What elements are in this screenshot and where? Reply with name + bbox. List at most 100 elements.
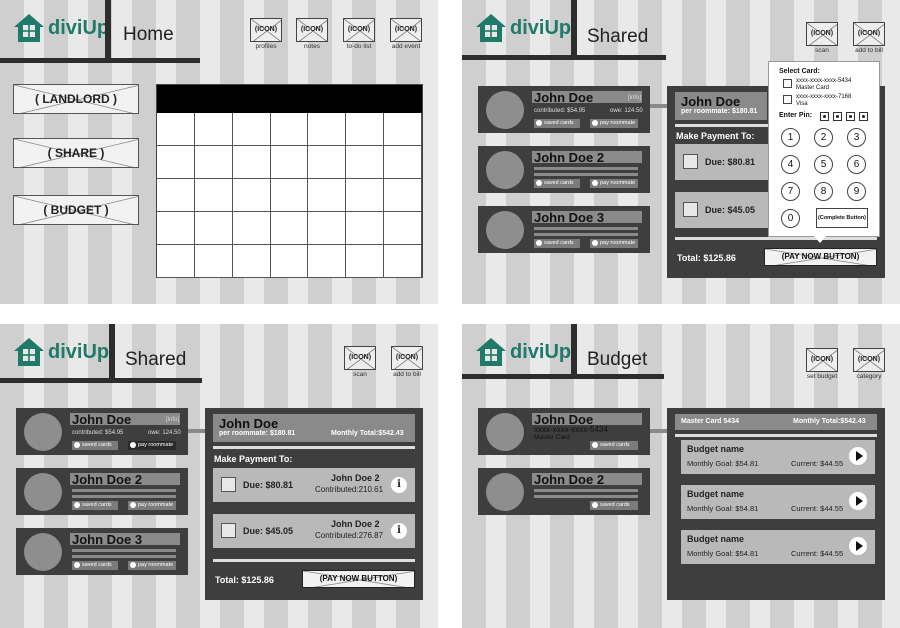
due-checkbox[interactable]	[221, 477, 236, 492]
calendar-day-cell[interactable]	[157, 113, 195, 146]
calendar-day-cell[interactable]	[308, 113, 347, 146]
play-arrow-icon[interactable]	[849, 492, 867, 510]
calendar-day-cell[interactable]	[384, 212, 422, 245]
saved-cards-button[interactable]: saved cards	[72, 501, 118, 510]
calendar-day-cell[interactable]	[194, 212, 233, 245]
pay-roommate-button[interactable]: pay roommate	[128, 561, 176, 570]
due-row[interactable]: Due: $80.81 John Doe 2 Contributed:210.6…	[213, 468, 415, 502]
profiles-button[interactable]: (ICON) profiles	[250, 18, 282, 50]
calendar-day-cell[interactable]	[194, 113, 233, 146]
calendar-day-cell[interactable]	[308, 245, 347, 278]
share-button[interactable]: ( SHARE )	[13, 138, 139, 168]
budget-item[interactable]: Budget name Monthly Goal: $54.81 Current…	[681, 440, 875, 474]
calendar-day-cell[interactable]	[384, 245, 422, 278]
calendar-day-cell[interactable]	[270, 212, 309, 245]
keypad-key[interactable]: 2	[814, 128, 833, 147]
info-link[interactable]: [info]	[166, 417, 179, 423]
calendar-day-cell[interactable]	[384, 146, 422, 179]
calendar-day-cell[interactable]	[384, 113, 422, 146]
calendar-day-cell[interactable]	[346, 245, 385, 278]
roommate-card[interactable]: John Doe [info] contributed: $54.95 owe:…	[478, 86, 650, 133]
saved-cards-button[interactable]: saved cards	[590, 441, 638, 450]
budget-item[interactable]: Budget name Monthly Goal: $54.81 Current…	[681, 530, 875, 564]
roommate-card[interactable]: John Doe 2 saved cards pay roommate	[16, 468, 188, 515]
app-logo[interactable]: diviUp	[12, 12, 109, 44]
info-icon[interactable]: i	[391, 523, 407, 539]
app-logo[interactable]: diviUp	[12, 336, 109, 368]
scan-button[interactable]: (ICON) scan	[344, 346, 376, 378]
play-arrow-icon[interactable]	[849, 447, 867, 465]
pay-roommate-button[interactable]: pay roommate	[590, 179, 638, 188]
budget-item[interactable]: Budget name Monthly Goal: $54.81 Current…	[681, 485, 875, 519]
calendar-day-cell[interactable]	[308, 179, 347, 212]
pay-roommate-button[interactable]: pay roommate	[590, 119, 638, 128]
play-arrow-icon[interactable]	[849, 537, 867, 555]
card-checkbox[interactable]	[783, 95, 792, 104]
calendar-day-cell[interactable]	[270, 146, 309, 179]
calendar-day-cell[interactable]	[194, 146, 233, 179]
pay-roommate-button[interactable]: pay roommate	[128, 441, 176, 450]
calendar-day-cell[interactable]	[232, 245, 271, 278]
keypad-key[interactable]: 6	[847, 155, 866, 174]
todo-list-button[interactable]: (ICON) to-do list	[343, 18, 375, 50]
due-checkbox[interactable]	[683, 154, 698, 169]
roommate-card[interactable]: John Doe [info] contributed: $54.95 owe:…	[16, 408, 188, 455]
saved-cards-button[interactable]: saved cards	[72, 441, 118, 450]
calendar-day-cell[interactable]	[194, 245, 233, 278]
calendar-day-cell[interactable]	[232, 113, 271, 146]
add-to-bill-button[interactable]: (ICON) add to bill	[853, 22, 885, 54]
calendar-day-cell[interactable]	[157, 245, 195, 278]
scan-button[interactable]: (ICON) scan	[806, 22, 838, 54]
calendar-day-cell[interactable]	[346, 113, 385, 146]
account-card[interactable]: John Doe xxxx-xxxx-xxxx-5434 Master Card…	[478, 408, 650, 455]
calendar-grid[interactable]	[157, 113, 422, 278]
set-budget-button[interactable]: (ICON) set budget	[806, 348, 838, 380]
calendar-day-cell[interactable]	[270, 113, 309, 146]
keypad-key[interactable]: 4	[781, 155, 800, 174]
keypad-key[interactable]: 3	[847, 128, 866, 147]
pay-roommate-button[interactable]: pay roommate	[590, 239, 638, 248]
landlord-button[interactable]: ( LANDLORD )	[13, 84, 139, 114]
calendar[interactable]	[156, 84, 423, 278]
due-checkbox[interactable]	[683, 202, 698, 217]
info-icon[interactable]: i	[391, 477, 407, 493]
category-button[interactable]: (ICON) category	[853, 348, 885, 380]
info-link[interactable]: [info]	[628, 95, 641, 101]
calendar-day-cell[interactable]	[232, 212, 271, 245]
calendar-day-cell[interactable]	[308, 146, 347, 179]
saved-cards-button[interactable]: saved cards	[534, 119, 580, 128]
calendar-day-cell[interactable]	[346, 179, 385, 212]
calendar-day-cell[interactable]	[232, 146, 271, 179]
saved-cards-button[interactable]: saved cards	[534, 179, 580, 188]
keypad-key[interactable]: 5	[814, 155, 833, 174]
budget-button[interactable]: ( BUDGET )	[13, 195, 139, 225]
calendar-day-cell[interactable]	[270, 245, 309, 278]
pay-now-button[interactable]: (PAY NOW BUTTON)	[764, 248, 877, 266]
calendar-day-cell[interactable]	[157, 146, 195, 179]
calendar-day-cell[interactable]	[346, 146, 385, 179]
account-card[interactable]: John Doe 2 saved cards	[478, 468, 650, 515]
keypad-key[interactable]: 7	[781, 182, 800, 201]
pay-roommate-button[interactable]: pay roommate	[128, 501, 176, 510]
keypad-key[interactable]: 0	[781, 209, 800, 228]
app-logo[interactable]: diviUp	[474, 336, 571, 368]
card-checkbox[interactable]	[783, 79, 792, 88]
calendar-day-cell[interactable]	[232, 179, 271, 212]
saved-cards-button[interactable]: saved cards	[534, 239, 580, 248]
calendar-day-cell[interactable]	[308, 212, 347, 245]
roommate-card[interactable]: John Doe 3 saved cards pay roommate	[478, 206, 650, 253]
pay-now-button[interactable]: (PAY NOW BUTTON)	[302, 570, 415, 588]
calendar-day-cell[interactable]	[384, 179, 422, 212]
saved-cards-button[interactable]: saved cards	[72, 561, 118, 570]
notes-button[interactable]: (ICON) notes	[296, 18, 328, 50]
keypad-key[interactable]: 8	[814, 182, 833, 201]
due-row[interactable]: Due: $45.05 John Doe 2 Contributed:276.8…	[213, 514, 415, 548]
calendar-day-cell[interactable]	[157, 179, 195, 212]
calendar-day-cell[interactable]	[270, 179, 309, 212]
keypad-key[interactable]: 1	[781, 128, 800, 147]
keypad-key[interactable]: 9	[847, 182, 866, 201]
roommate-card[interactable]: John Doe 3 saved cards pay roommate	[16, 528, 188, 575]
due-checkbox[interactable]	[221, 523, 236, 538]
add-event-button[interactable]: (ICON) add event	[390, 18, 422, 50]
saved-cards-button[interactable]: saved cards	[590, 501, 638, 510]
